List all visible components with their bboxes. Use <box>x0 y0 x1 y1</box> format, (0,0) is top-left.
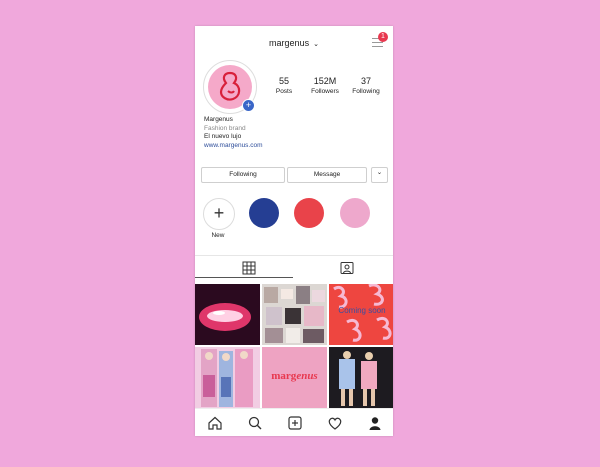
new-highlight-label: New <box>211 232 225 239</box>
search-icon[interactable] <box>247 415 263 431</box>
heart-icon[interactable] <box>327 415 343 431</box>
phone-screen: margenus ⌄ 1 + 55 Posts 152M Followers 37… <box>195 26 393 436</box>
highlight-red[interactable] <box>294 198 324 228</box>
profile-website-link[interactable]: www.margenus.com <box>204 142 263 151</box>
post-tile[interactable] <box>195 284 260 345</box>
coming-soon-text: Coming soon <box>338 306 386 315</box>
profile-icon[interactable] <box>367 415 383 431</box>
post-tile[interactable] <box>195 347 260 408</box>
following-count[interactable]: 37 Following <box>344 76 388 95</box>
post-tile[interactable] <box>262 284 327 345</box>
post-tile-coming-soon[interactable]: Coming soon <box>329 284 393 345</box>
add-post-icon[interactable] <box>287 415 303 431</box>
following-button[interactable]: Following <box>201 167 285 183</box>
top-bar: margenus ⌄ 1 <box>195 26 393 62</box>
bottom-navigation <box>195 408 393 436</box>
active-tab-indicator <box>195 277 293 278</box>
suggestions-dropdown-button[interactable]: ⌄ <box>371 167 388 183</box>
add-story-icon[interactable]: + <box>242 99 255 112</box>
tagged-icon[interactable] <box>340 261 354 275</box>
profile-name: Margenus <box>204 116 233 123</box>
username-label: margenus <box>269 38 310 48</box>
post-tile[interactable] <box>329 347 393 408</box>
posts-count[interactable]: 55 Posts <box>262 76 306 95</box>
post-tile-logo[interactable]: margenus <box>262 347 327 408</box>
highlight-pink[interactable] <box>340 198 370 228</box>
profile-bio-text: El nuevo lujo <box>204 133 242 140</box>
logo-wordmark: margenus <box>271 370 318 382</box>
highlight-blue[interactable] <box>249 198 279 228</box>
notification-badge: 1 <box>378 32 388 42</box>
followers-count[interactable]: 152M Followers <box>303 76 347 95</box>
posts-grid: Coming soon margenus <box>195 284 393 408</box>
profile-category: Fashion brand <box>204 124 246 132</box>
new-highlight-button[interactable]: + <box>203 198 235 230</box>
profile-bio: Margenus Fashion brand El nuevo lujo www… <box>204 116 263 150</box>
message-button[interactable]: Message <box>287 167 367 183</box>
username-switcher[interactable]: margenus ⌄ <box>195 38 393 48</box>
chevron-down-icon: ⌄ <box>313 41 319 48</box>
home-icon[interactable] <box>207 415 223 431</box>
grid-icon[interactable] <box>242 261 256 275</box>
